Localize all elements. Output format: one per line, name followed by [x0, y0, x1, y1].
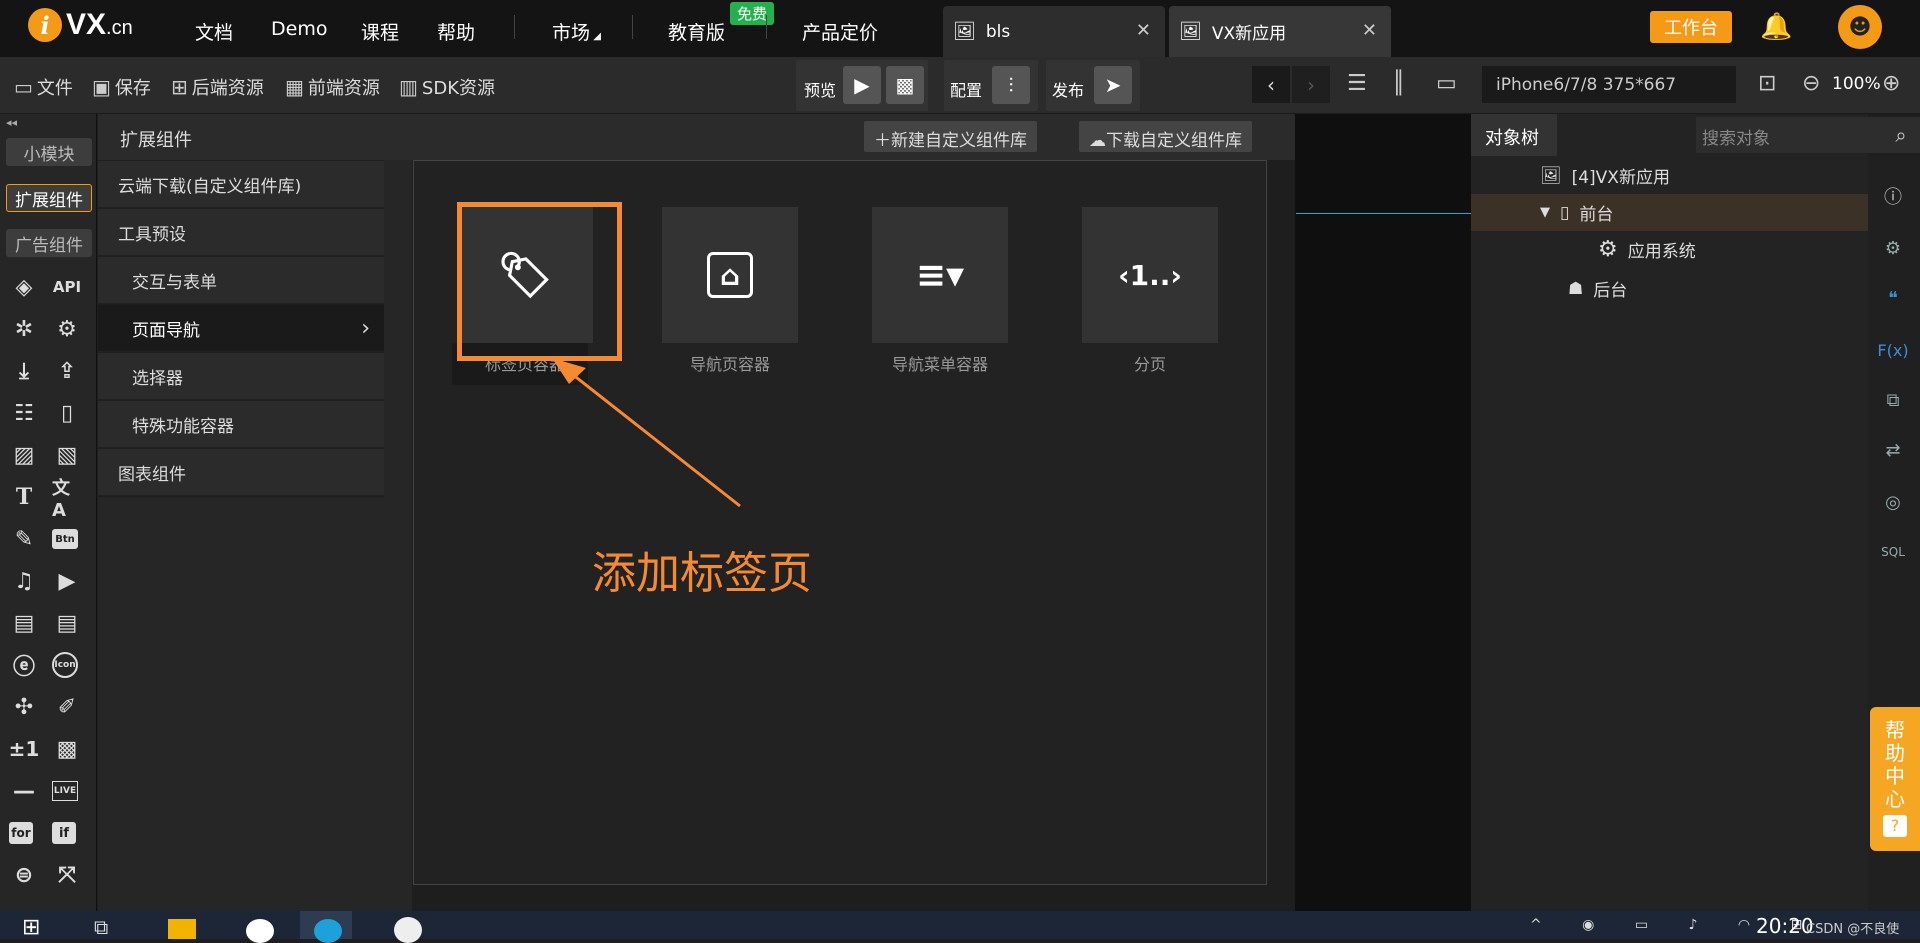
comment-icon[interactable]: ❝ [1878, 284, 1908, 312]
tree-node-app[interactable]: 🖼 [4]VX新应用 [1540, 157, 1670, 194]
os-taskbar: ⊞ ⧉ ^ ◉ ▭ ♪ ◠ ⊞ 20:20 CSDN @不良使 [0, 911, 1920, 943]
help-center-label: 帮助中心 [1885, 718, 1905, 811]
server-icon: ☗ [1568, 278, 1584, 299]
folder-icon[interactable] [168, 919, 196, 939]
info-icon[interactable]: ⓘ [1878, 182, 1908, 210]
canvas-area[interactable] [1295, 114, 1471, 911]
swap-icon[interactable]: ⇄ [1878, 436, 1908, 464]
clock: 20:20 [1756, 914, 1814, 938]
guide-line [1296, 213, 1471, 214]
settings-icon[interactable]: ⚙ [1878, 234, 1908, 262]
question-icon: ? [1883, 815, 1907, 837]
watermark: CSDN @不良使 [1806, 922, 1900, 937]
caret-down-icon: ▼ [1540, 205, 1550, 220]
copy-icon[interactable]: ⧉ [1878, 386, 1908, 414]
tree-node-app-system[interactable]: ⚙ 应用系统 [1598, 231, 1696, 268]
browser-icon[interactable] [246, 919, 274, 943]
tree-node-backend[interactable]: ☗ 后台 [1568, 270, 1627, 307]
data-icon[interactable]: ◎ [1878, 488, 1908, 516]
mobile-icon: ▯ [1560, 202, 1570, 223]
object-search-input[interactable]: 搜索对象 [1696, 117, 1882, 153]
tab-object-tree[interactable]: 对象树 [1471, 114, 1557, 156]
tree-node-frontend[interactable]: ▼ ▯ 前台 [1540, 194, 1613, 231]
tree-selected-row [1471, 194, 1868, 231]
windows-icon[interactable]: ⊞ [22, 915, 50, 940]
gear-icon: ⚙ [1598, 237, 1618, 262]
taskview-icon[interactable]: ⧉ [94, 915, 122, 939]
help-center-button[interactable]: 帮助中心 ? [1870, 707, 1920, 851]
search-icon[interactable]: ⌕ [1882, 117, 1920, 153]
sql-icon[interactable]: SQL [1878, 538, 1908, 566]
function-icon[interactable]: F(x) [1877, 336, 1908, 364]
image-icon: 🖼 [1540, 165, 1562, 186]
edge-icon [314, 919, 342, 943]
annotation-text: 添加标签页 [592, 548, 812, 599]
user-app-icon[interactable] [394, 917, 422, 943]
